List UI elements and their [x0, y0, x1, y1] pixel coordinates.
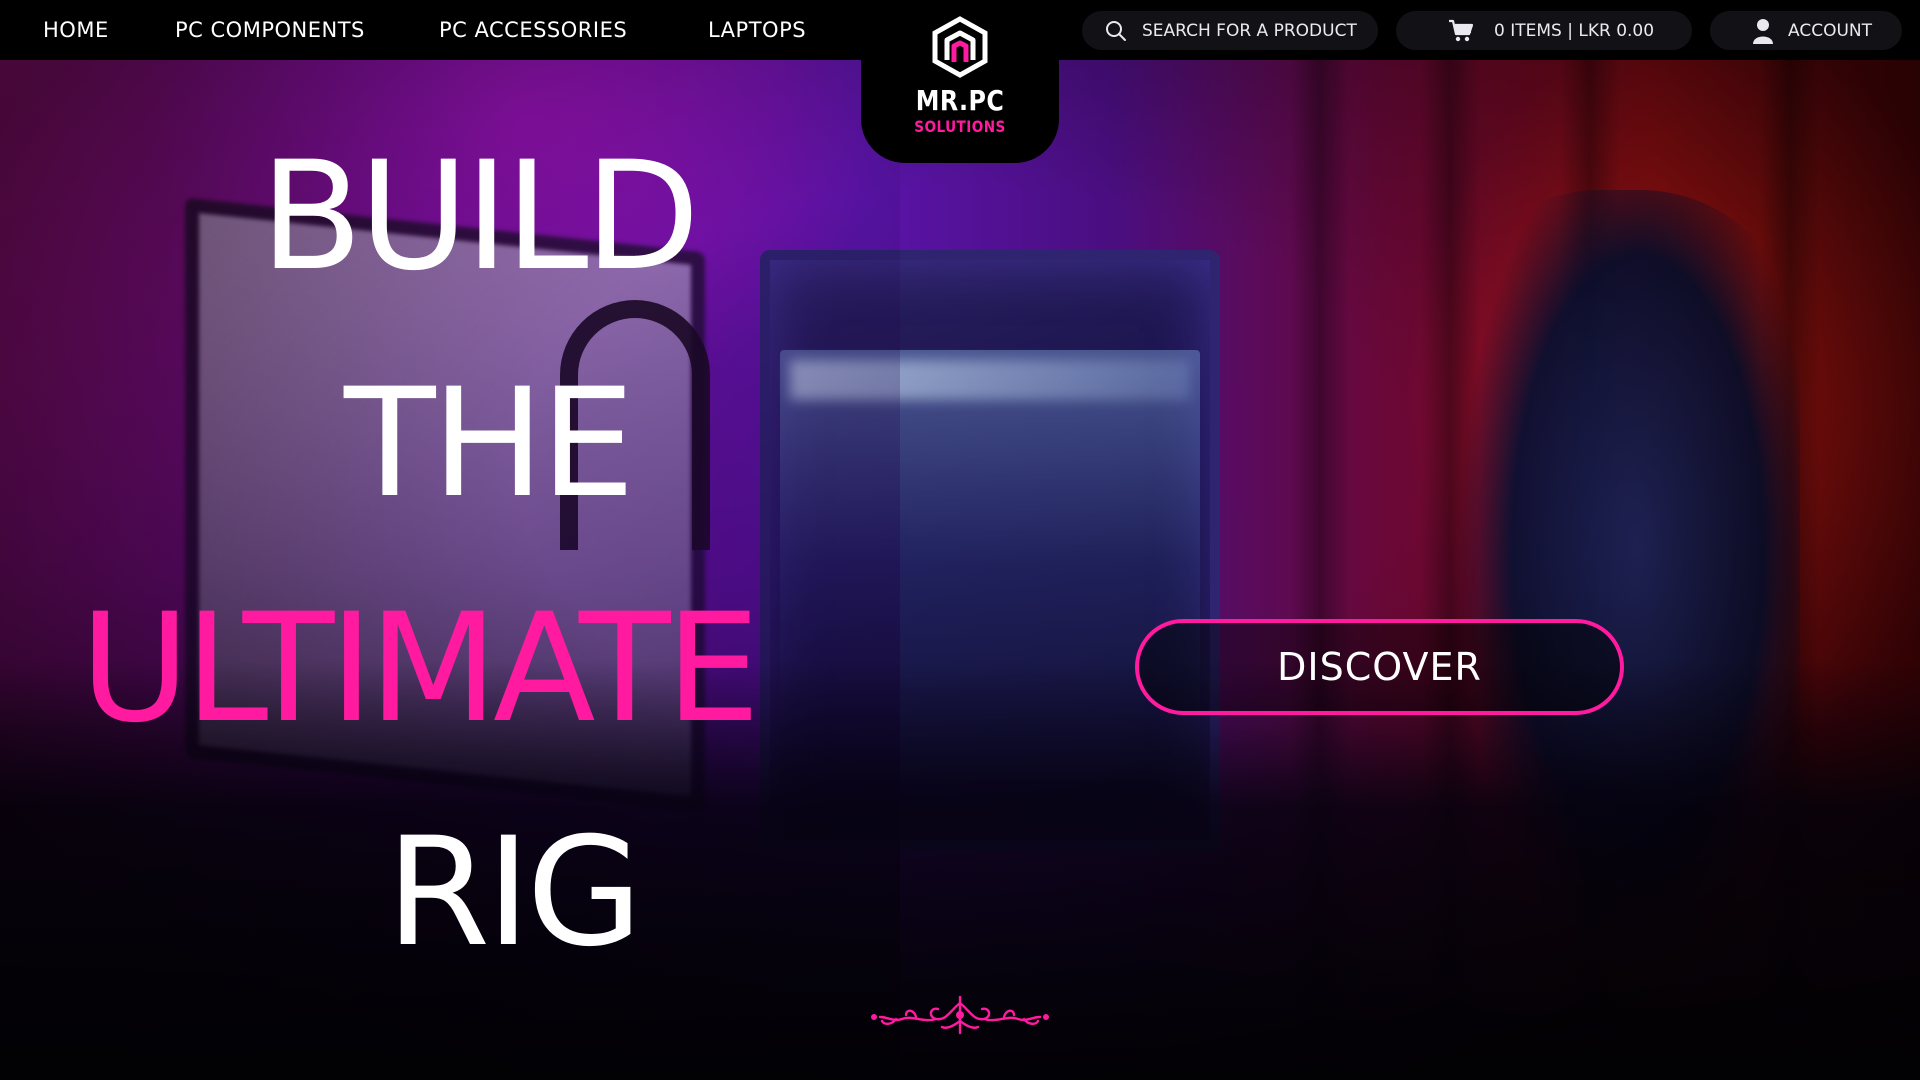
nav-item-pc-accessories[interactable]: PC ACCESSORIES — [439, 0, 627, 60]
search-icon — [1106, 20, 1126, 41]
nav-item-home[interactable]: HOME — [43, 0, 109, 60]
ornament-divider-icon — [871, 995, 1049, 1035]
nav-item-laptops[interactable]: LAPTOPS — [708, 0, 806, 60]
site-logo[interactable]: MR.PC SOLUTIONS — [861, 0, 1059, 163]
cart-summary: 0 ITEMS | LKR 0.00 — [1494, 20, 1655, 41]
hero-headline-line-3: ULTIMATE — [80, 582, 760, 756]
user-icon — [1753, 18, 1773, 44]
search-input[interactable]: SEARCH FOR A PRODUCT — [1142, 21, 1357, 41]
homepage: HOME PC COMPONENTS PC ACCESSORIES LAPTOP… — [0, 0, 1920, 1080]
search-bar[interactable]: SEARCH FOR A PRODUCT — [1082, 11, 1378, 50]
cart-icon — [1449, 19, 1474, 41]
logo-name: MR.PC — [915, 84, 1005, 117]
nav-item-pc-components[interactable]: PC COMPONENTS — [175, 0, 365, 60]
hero-headline-line-4: RIG — [386, 806, 643, 980]
logo-subtitle: SOLUTIONS — [914, 117, 1006, 136]
logo-mark-icon — [932, 16, 988, 78]
account-label: ACCOUNT — [1788, 20, 1872, 41]
hero-headline-line-1: BUILD — [260, 130, 700, 304]
account-button[interactable]: ACCOUNT — [1710, 11, 1902, 50]
discover-button[interactable]: DISCOVER — [1135, 619, 1624, 715]
cart-button[interactable]: 0 ITEMS | LKR 0.00 — [1396, 11, 1692, 50]
hero-headline-line-2: THE — [344, 357, 635, 531]
